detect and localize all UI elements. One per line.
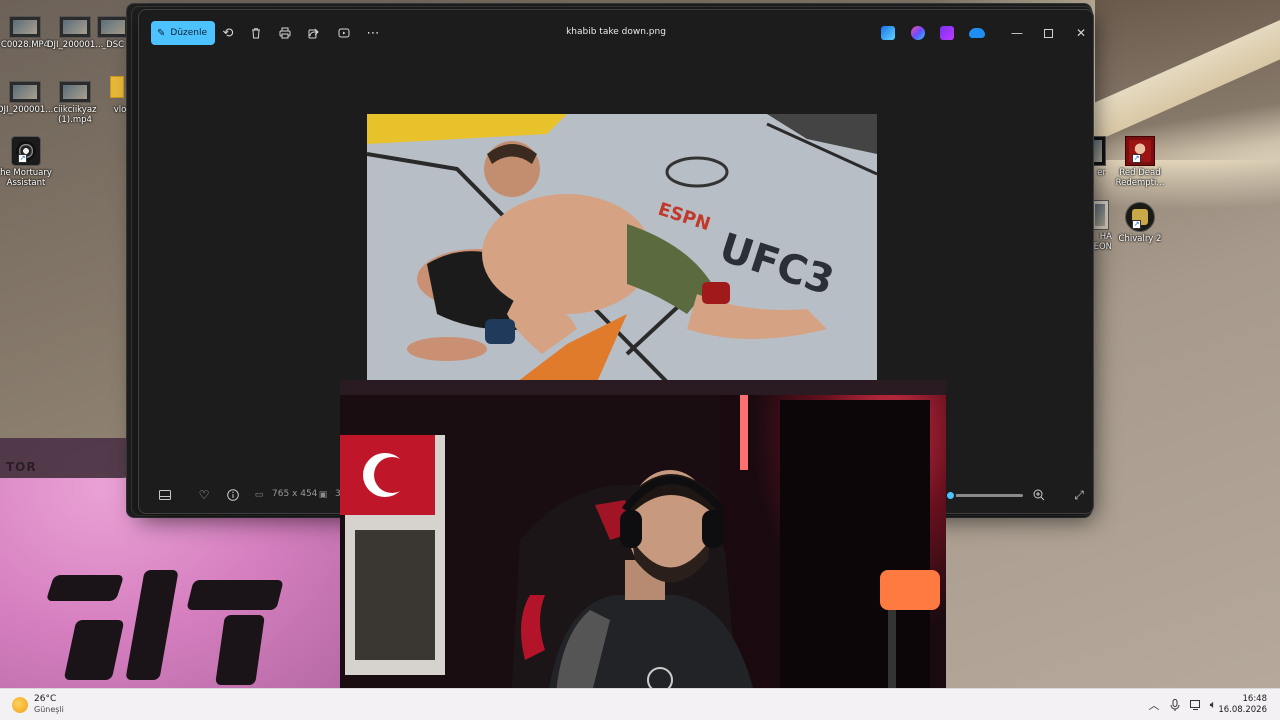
- folder-icon: [110, 76, 124, 98]
- shortcut-arrow-icon: ↗: [1132, 154, 1141, 163]
- favorite-icon[interactable]: ♡: [196, 487, 212, 503]
- title-bar[interactable]: ✎ Düzenle ⟲ ⋯ khabib take down.png — ✕: [139, 10, 1093, 56]
- wallpaper-shirt-brand: TOR: [6, 460, 37, 474]
- video-thumbnail-icon: [59, 81, 91, 103]
- video-thumbnail-icon: [59, 16, 91, 38]
- file-size-icon: ▣: [318, 490, 328, 500]
- desktop-icon-mortuary-assistant[interactable]: ↗ he Mortuary Assistant: [0, 136, 54, 188]
- desktop-icon-video-c0028[interactable]: C0028.MP4: [0, 16, 53, 50]
- game-icon: ↗: [11, 136, 41, 166]
- zoom-slider[interactable]: [945, 490, 1023, 501]
- close-button[interactable]: ✕: [1070, 23, 1092, 43]
- red-dead-icon: ↗: [1125, 136, 1155, 166]
- desktop-icon-chivalry-2[interactable]: ↗ Chivalry 2: [1112, 202, 1168, 244]
- info-icon[interactable]: [225, 487, 241, 503]
- desktop-icon-label: DJI_200001...: [0, 105, 54, 115]
- image-dimensions-icon: ▭: [254, 490, 264, 500]
- clipchamp-icon[interactable]: [940, 26, 954, 40]
- onedrive-icon[interactable]: [969, 28, 985, 38]
- clock-date: 16.08.2026: [1218, 705, 1267, 715]
- desktop-icon-video-ciikciikyaz[interactable]: ciikciikyaz (1).mp4: [47, 81, 103, 125]
- weather-temperature: 26°C: [34, 694, 57, 704]
- webcam-feed: [340, 380, 946, 720]
- taskbar: 26°C Güneşli ︿ 🔈︎ 16:48 16.08.2026: [0, 688, 1280, 720]
- weather-description: Güneşli: [34, 705, 64, 714]
- desktop-icon-video-dji-1[interactable]: DJI_200001...: [47, 16, 103, 50]
- image-viewer[interactable]: UFC3 ESPN: [367, 114, 877, 382]
- filmstrip-icon[interactable]: [157, 487, 173, 503]
- desktop-icon-red-dead-redemption[interactable]: ↗ Red Dead Redempti...: [1112, 136, 1168, 188]
- video-thumbnail-icon: [97, 16, 129, 38]
- copilot-icon[interactable]: [911, 26, 925, 40]
- video-thumbnail-icon: [9, 16, 41, 38]
- shortcut-arrow-icon: ↗: [18, 154, 27, 163]
- network-icon[interactable]: [1189, 698, 1203, 712]
- maximize-button[interactable]: [1037, 23, 1059, 43]
- desktop-icon-label: C0028.MP4: [0, 40, 50, 50]
- sun-icon: [12, 696, 28, 713]
- zoom-slider-thumb[interactable]: [945, 490, 957, 501]
- desktop-icon-label: ciikciikyaz (1).mp4: [53, 105, 97, 125]
- zoom-in-icon[interactable]: [1031, 487, 1047, 503]
- desktop-icon-label: Chivalry 2: [1118, 234, 1162, 244]
- video-thumbnail-icon: [9, 81, 41, 103]
- weather-widget[interactable]: 26°C Güneşli: [12, 694, 64, 715]
- chivalry-icon: ↗: [1125, 202, 1155, 232]
- minimize-button[interactable]: —: [1006, 23, 1028, 43]
- desktop-icon-video-dsc[interactable]: _DSC: [96, 16, 130, 50]
- show-hidden-icons-chevron-icon[interactable]: ︿: [1147, 698, 1161, 712]
- clock-time: 16:48: [1242, 694, 1268, 704]
- fullscreen-icon[interactable]: ⤢: [1071, 487, 1087, 503]
- clock[interactable]: 16:48 16.08.2026: [1218, 694, 1267, 716]
- desktop-icon-video-dji-2[interactable]: DJI_200001...: [0, 81, 53, 115]
- desktop-icon-label: DJI_200001...: [47, 40, 104, 50]
- desktop-icon-label: _DSC: [101, 40, 125, 50]
- desktop-icon-label: Red Dead Redempti...: [1115, 168, 1165, 188]
- displayed-image: UFC3 ESPN: [367, 114, 877, 382]
- webcam-overlay: [340, 380, 946, 720]
- microphone-icon[interactable]: [1168, 698, 1182, 712]
- shortcut-arrow-icon: ↗: [1132, 220, 1141, 229]
- image-dimensions: 765 x 454: [272, 489, 318, 499]
- designer-icon[interactable]: [881, 26, 895, 40]
- wallpaper-shirt-logo: [40, 560, 340, 690]
- desktop-icon-label: he Mortuary Assistant: [0, 168, 52, 188]
